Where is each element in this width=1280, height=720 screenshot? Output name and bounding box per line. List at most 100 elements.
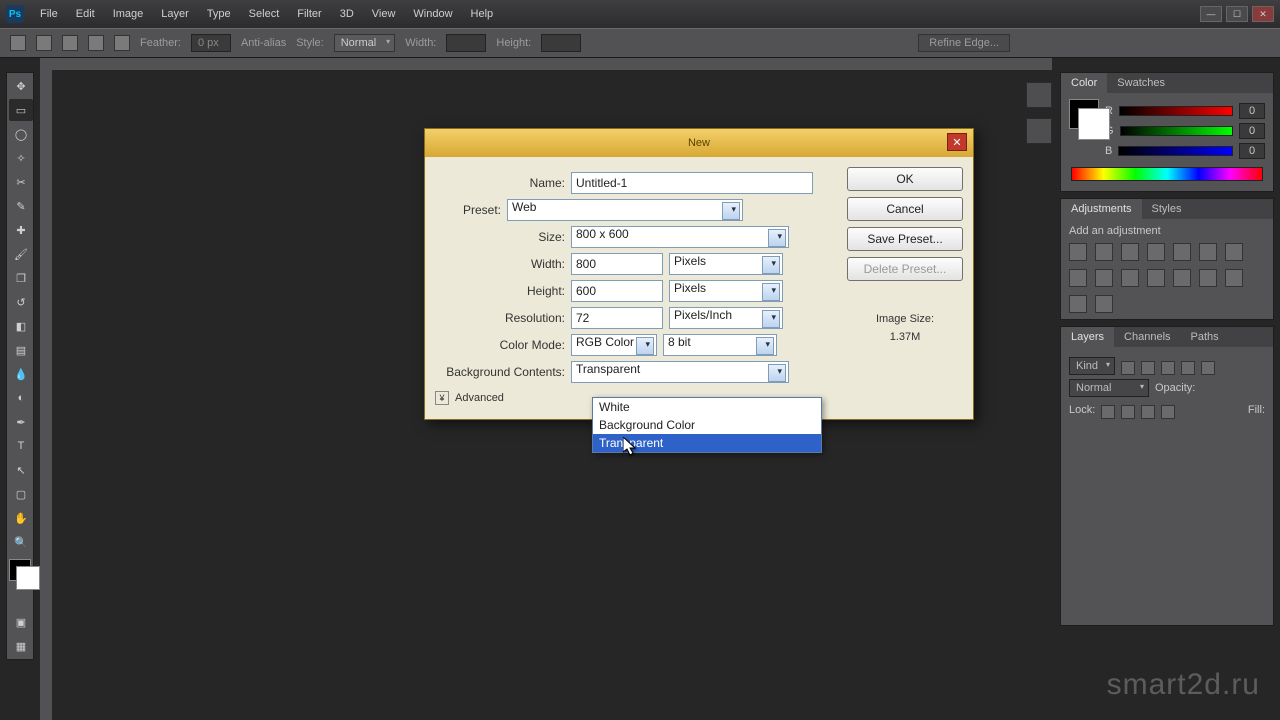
adj-icon[interactable] — [1095, 295, 1113, 313]
adj-icon[interactable] — [1069, 269, 1087, 287]
tab-channels[interactable]: Channels — [1114, 327, 1180, 347]
width-unit-dropdown[interactable]: Pixels — [669, 253, 783, 275]
eraser-tool[interactable]: ◧ — [9, 315, 33, 337]
filter-icon[interactable] — [1201, 361, 1215, 375]
bgcontents-dropdown[interactable]: Transparent — [571, 361, 789, 383]
bitdepth-dropdown[interactable]: 8 bit — [663, 334, 777, 356]
lock-icon[interactable] — [1101, 405, 1115, 419]
lock-icon[interactable] — [1161, 405, 1175, 419]
filter-icon[interactable] — [1141, 361, 1155, 375]
minimize-button[interactable]: — — [1200, 6, 1222, 22]
marquee-mode-icon[interactable] — [36, 35, 52, 51]
bg-option-transparent[interactable]: Transparent — [593, 434, 821, 452]
color-swatch-icon[interactable] — [1069, 99, 1099, 129]
tab-color[interactable]: Color — [1061, 73, 1107, 93]
filter-icon[interactable] — [1161, 361, 1175, 375]
colormode-dropdown[interactable]: RGB Color — [571, 334, 657, 356]
adj-icon[interactable] — [1095, 269, 1113, 287]
menu-filter[interactable]: Filter — [289, 4, 329, 24]
resolution-unit-dropdown[interactable]: Pixels/Inch — [669, 307, 783, 329]
gradient-tool[interactable]: ▤ — [9, 339, 33, 361]
lock-icon[interactable] — [1121, 405, 1135, 419]
opt-height-input[interactable] — [541, 34, 581, 52]
dialog-close-button[interactable]: ✕ — [947, 133, 967, 151]
blend-mode-dropdown[interactable]: Normal — [1069, 379, 1149, 397]
width-input[interactable] — [571, 253, 663, 275]
dialog-title-bar[interactable]: New ✕ — [425, 129, 973, 157]
adj-icon[interactable] — [1121, 243, 1139, 261]
tab-adjustments[interactable]: Adjustments — [1061, 199, 1142, 219]
b-slider[interactable] — [1118, 146, 1233, 156]
g-value[interactable]: 0 — [1239, 123, 1265, 139]
wand-tool[interactable]: ✧ — [9, 147, 33, 169]
r-value[interactable]: 0 — [1239, 103, 1265, 119]
move-tool[interactable]: ✥ — [9, 75, 33, 97]
type-tool[interactable]: T — [9, 435, 33, 457]
tab-swatches[interactable]: Swatches — [1107, 73, 1175, 93]
hue-ramp[interactable] — [1071, 167, 1263, 181]
blur-tool[interactable]: 💧 — [9, 363, 33, 385]
size-dropdown[interactable]: 800 x 600 — [571, 226, 789, 248]
quickmask-toggle[interactable]: ▣ — [9, 611, 33, 633]
menu-help[interactable]: Help — [463, 4, 502, 24]
g-slider[interactable] — [1120, 126, 1233, 136]
adj-icon[interactable] — [1173, 269, 1191, 287]
marquee-tool[interactable]: ▭ — [9, 99, 33, 121]
brush-tool[interactable]: 🖌 — [9, 243, 33, 265]
adj-icon[interactable] — [1225, 269, 1243, 287]
menu-file[interactable]: File — [32, 4, 66, 24]
adj-icon[interactable] — [1199, 243, 1217, 261]
heal-tool[interactable]: ✚ — [9, 219, 33, 241]
advanced-toggle[interactable]: ¥ — [435, 391, 449, 405]
hand-tool[interactable]: ✋ — [9, 507, 33, 529]
tab-paths[interactable]: Paths — [1181, 327, 1229, 347]
pen-tool[interactable]: ✒ — [9, 411, 33, 433]
dodge-tool[interactable]: ◐ — [9, 387, 33, 409]
menu-edit[interactable]: Edit — [68, 4, 103, 24]
maximize-button[interactable]: ☐ — [1226, 6, 1248, 22]
lock-icon[interactable] — [1141, 405, 1155, 419]
marquee-add-icon[interactable] — [62, 35, 78, 51]
tab-styles[interactable]: Styles — [1142, 199, 1192, 219]
adj-icon[interactable] — [1173, 243, 1191, 261]
stamp-tool[interactable]: ❐ — [9, 267, 33, 289]
dock-icon-2[interactable] — [1026, 118, 1052, 144]
antialias-checkbox[interactable]: Anti-alias — [241, 37, 286, 49]
foreground-background-swatch[interactable] — [9, 559, 31, 581]
adj-icon[interactable] — [1147, 269, 1165, 287]
menu-select[interactable]: Select — [241, 4, 288, 24]
resolution-input[interactable] — [571, 307, 663, 329]
close-window-button[interactable]: ✕ — [1252, 6, 1274, 22]
menu-type[interactable]: Type — [199, 4, 239, 24]
preset-dropdown[interactable]: Web — [507, 199, 743, 221]
menu-3d[interactable]: 3D — [332, 4, 362, 24]
menu-window[interactable]: Window — [405, 4, 460, 24]
ok-button[interactable]: OK — [847, 167, 963, 191]
height-unit-dropdown[interactable]: Pixels — [669, 280, 783, 302]
adj-icon[interactable] — [1199, 269, 1217, 287]
crop-tool[interactable]: ✂ — [9, 171, 33, 193]
cancel-button[interactable]: Cancel — [847, 197, 963, 221]
tool-preset-icon[interactable] — [10, 35, 26, 51]
eyedropper-tool[interactable]: ✎ — [9, 195, 33, 217]
opt-width-input[interactable] — [446, 34, 486, 52]
path-tool[interactable]: ↖ — [9, 459, 33, 481]
b-value[interactable]: 0 — [1239, 143, 1265, 159]
filter-kind-dropdown[interactable]: Kind — [1069, 357, 1115, 375]
adj-icon[interactable] — [1225, 243, 1243, 261]
bg-option-bgcolor[interactable]: Background Color — [593, 416, 821, 434]
menu-layer[interactable]: Layer — [153, 4, 197, 24]
refine-edge-button[interactable]: Refine Edge... — [918, 34, 1010, 52]
history-brush-tool[interactable]: ↺ — [9, 291, 33, 313]
bg-option-white[interactable]: White — [593, 398, 821, 416]
marquee-int-icon[interactable] — [114, 35, 130, 51]
adj-icon[interactable] — [1147, 243, 1165, 261]
height-input[interactable] — [571, 280, 663, 302]
r-slider[interactable] — [1119, 106, 1233, 116]
zoom-tool[interactable]: 🔍 — [9, 531, 33, 553]
filter-icon[interactable] — [1121, 361, 1135, 375]
shape-tool[interactable]: ▢ — [9, 483, 33, 505]
lasso-tool[interactable]: ◯ — [9, 123, 33, 145]
delete-preset-button[interactable]: Delete Preset... — [847, 257, 963, 281]
adj-icon[interactable] — [1069, 295, 1087, 313]
